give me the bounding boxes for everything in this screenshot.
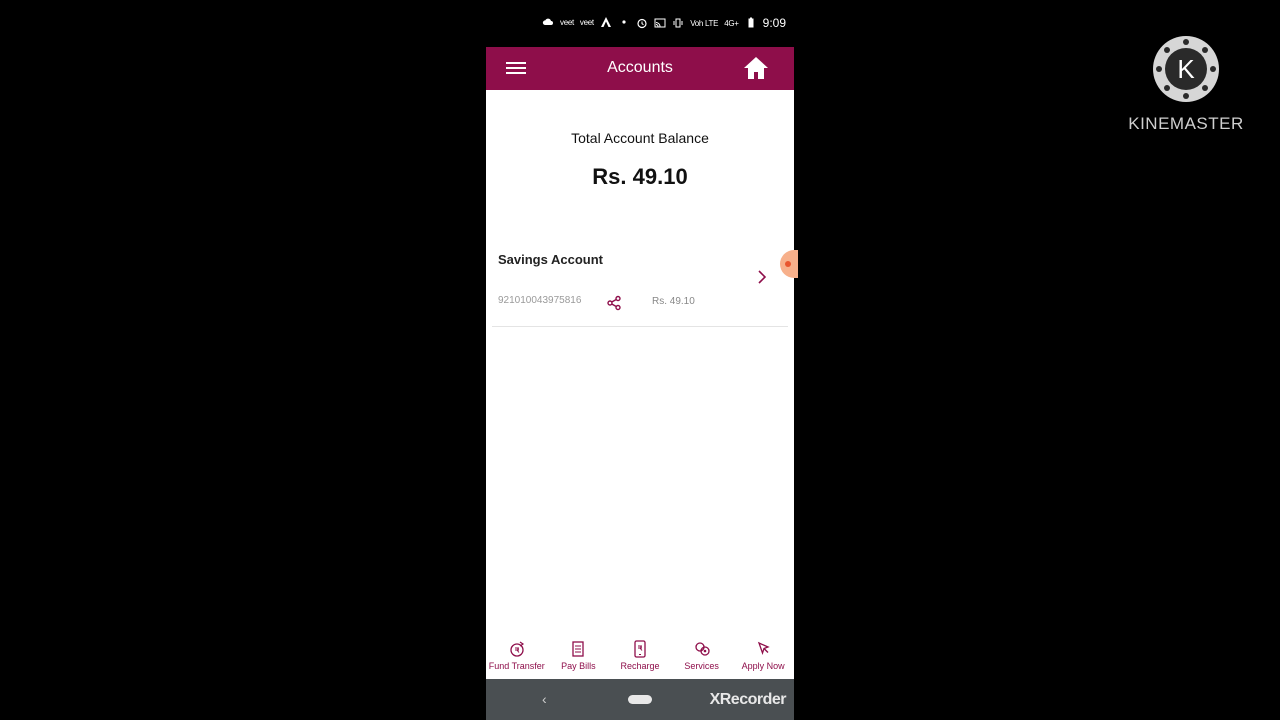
signal-label: 4G+ <box>724 18 739 28</box>
nav-apply-now[interactable]: Apply Now <box>732 635 794 679</box>
apply-now-icon <box>758 641 770 656</box>
status-bar: veet veet Voh LTE 4G+ 9:09 <box>486 0 794 47</box>
kinemaster-logo-letter: K <box>1177 54 1195 84</box>
back-chevron-icon[interactable]: ‹ <box>542 691 547 707</box>
recharge-icon <box>634 640 646 658</box>
nav-pay-bills[interactable]: Pay Bills <box>548 635 610 679</box>
nav-label-apply-now: Apply Now <box>741 661 785 671</box>
xrecorder-watermark: XRecorder <box>709 691 787 708</box>
services-icon <box>694 642 710 656</box>
status-right: Voh LTE 4G+ 9:09 <box>636 16 786 30</box>
total-balance-label: Total Account Balance <box>571 130 709 146</box>
nav-label-recharge: Recharge <box>620 661 660 671</box>
account-balance: Rs. 49.10 <box>652 296 695 307</box>
network-label: Voh LTE <box>690 18 719 28</box>
nav-label-pay-bills: Pay Bills <box>561 661 596 671</box>
account-name: Savings Account <box>498 252 603 267</box>
carrier-label-2: veet <box>579 17 594 27</box>
main-content: Total Account Balance Rs. 49.10 Savings … <box>486 90 794 635</box>
home-pill-button[interactable] <box>628 695 652 704</box>
status-time: 9:09 <box>762 16 786 30</box>
system-navigation-bar: ‹ XRecorder <box>486 679 794 720</box>
phone-screen: veet veet Voh LTE 4G+ 9:09 Accounts Tota… <box>486 0 798 720</box>
dot-icon <box>622 20 626 24</box>
nav-label-services: Services <box>684 661 719 671</box>
nav-recharge[interactable]: Recharge <box>609 635 671 679</box>
total-balance-value: Rs. 49.10 <box>592 164 688 189</box>
share-icon[interactable] <box>606 295 622 311</box>
pay-bills-icon <box>572 641 585 657</box>
kinemaster-watermark: K KINEMASTER <box>1126 36 1246 136</box>
kinemaster-brand: KINEMASTER <box>1128 114 1244 133</box>
fund-transfer-icon <box>510 641 524 657</box>
chevron-right-icon[interactable] <box>756 268 768 286</box>
nav-label-fund-transfer: Fund Transfer <box>488 661 545 671</box>
battery-icon <box>748 17 754 28</box>
app-header: Accounts <box>486 47 794 90</box>
airtel-icon <box>600 17 611 27</box>
cloud-icon <box>542 18 553 25</box>
vibrate-icon <box>673 18 683 28</box>
account-number: 921010043975816 <box>498 295 582 306</box>
cast-icon <box>654 18 666 28</box>
kinemaster-logo-icon: K <box>1153 36 1219 102</box>
kinemaster-logo-svg: K <box>1156 39 1216 99</box>
nav-services[interactable]: Services <box>671 635 733 679</box>
bottom-navigation: Fund Transfer Pay Bills Recharge Service… <box>486 635 794 679</box>
nav-fund-transfer[interactable]: Fund Transfer <box>486 635 548 679</box>
carrier-label-1: veet <box>560 17 574 27</box>
status-left: veet veet <box>542 16 630 28</box>
alarm-icon <box>637 18 647 29</box>
home-icon[interactable] <box>742 55 770 81</box>
account-row-savings[interactable]: Savings Account 921010043975816 Rs. 49.1… <box>492 240 788 327</box>
